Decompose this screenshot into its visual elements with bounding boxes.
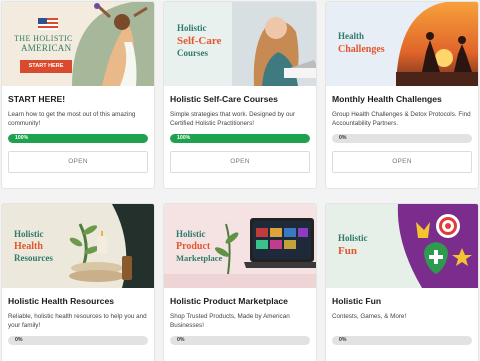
thumb-line-2: Challenges xyxy=(338,44,385,55)
thumb-line-3: Resources xyxy=(14,253,53,263)
progress-fill xyxy=(8,134,148,143)
thumb-line-1: Holistic xyxy=(177,23,207,33)
course-card-product-marketplace[interactable]: Holistic Product Marketplace Holistic Pr… xyxy=(163,203,317,361)
progress-fill xyxy=(170,134,310,143)
thumb-line-1: Holistic xyxy=(338,233,368,243)
card-description: Learn how to get the most out of this am… xyxy=(8,111,136,127)
course-card-self-care[interactable]: Holistic Self-Care Courses Holistic Self… xyxy=(163,1,317,189)
course-card-health-challenges[interactable]: Health Challenges Monthly Health Challen… xyxy=(325,1,479,189)
card-title[interactable]: Holistic Fun xyxy=(332,296,472,307)
progress-label: 100% xyxy=(15,135,29,141)
card-title[interactable]: Monthly Health Challenges xyxy=(332,94,472,105)
thumb-line-3: Courses xyxy=(177,48,208,58)
card-title[interactable]: Holistic Product Marketplace xyxy=(170,296,310,307)
progress-label: 0% xyxy=(177,337,185,343)
progress-label: 100% xyxy=(177,135,191,141)
thumb-line-2: Health xyxy=(14,241,43,252)
card-title[interactable]: START HERE! xyxy=(8,94,148,105)
card-thumbnail[interactable]: Health Challenges xyxy=(326,2,478,86)
course-card-health-resources[interactable]: Holistic Health Resources Holistic Healt… xyxy=(1,203,155,361)
card-description: Reliable, holistic health resources to h… xyxy=(8,313,147,329)
flag-icon xyxy=(38,18,58,30)
progress-bar: 0% xyxy=(332,134,472,143)
card-description: Simple strategies that work. Designed by… xyxy=(170,111,295,127)
thumb-line-1: Holistic xyxy=(176,229,206,239)
thumb-line-2: Product xyxy=(176,241,211,252)
course-card-holistic-fun[interactable]: Holistic Fun Holistic Fun Contests, Game… xyxy=(325,203,479,361)
progress-bar: 0% xyxy=(170,336,310,345)
progress-bar: 100% xyxy=(170,134,310,143)
brand-line-1: THE HOLISTIC xyxy=(14,34,73,43)
course-grid: THE HOLISTIC AMERICAN START HERE START H… xyxy=(0,0,480,361)
open-button[interactable]: OPEN xyxy=(170,151,310,173)
card-thumbnail[interactable]: Holistic Self-Care Courses xyxy=(164,2,316,86)
progress-bar: 0% xyxy=(332,336,472,345)
thumb-line-1: Health xyxy=(338,31,364,41)
open-button[interactable]: OPEN xyxy=(8,151,148,173)
card-thumbnail[interactable]: Holistic Product Marketplace xyxy=(164,204,316,288)
progress-bar: 100% xyxy=(8,134,148,143)
brand-line-2: AMERICAN xyxy=(21,43,72,53)
start-here-cta[interactable]: START HERE xyxy=(20,60,72,73)
card-thumbnail[interactable]: Holistic Health Resources xyxy=(2,204,154,288)
card-title[interactable]: Holistic Health Resources xyxy=(8,296,148,307)
progress-bar: 0% xyxy=(8,336,148,345)
card-description: Shop Trusted Products, Made by American … xyxy=(170,313,290,329)
card-description: Contests, Games, & More! xyxy=(332,313,407,320)
card-title[interactable]: Holistic Self-Care Courses xyxy=(170,94,310,105)
progress-label: 0% xyxy=(339,135,347,141)
thumb-line-2: Fun xyxy=(338,245,357,257)
open-button[interactable]: OPEN xyxy=(332,151,472,173)
thumb-line-3: Marketplace xyxy=(176,253,223,263)
card-description: Group Health Challenges & Detox Protocol… xyxy=(332,111,471,127)
card-thumbnail[interactable]: Holistic Fun xyxy=(326,204,478,288)
thumb-line-2: Self-Care xyxy=(177,35,222,47)
card-thumbnail[interactable]: THE HOLISTIC AMERICAN START HERE xyxy=(2,2,154,86)
course-card-start-here[interactable]: THE HOLISTIC AMERICAN START HERE START H… xyxy=(1,1,155,189)
thumb-line-1: Holistic xyxy=(14,229,44,239)
progress-label: 0% xyxy=(339,337,347,343)
progress-label: 0% xyxy=(15,337,23,343)
